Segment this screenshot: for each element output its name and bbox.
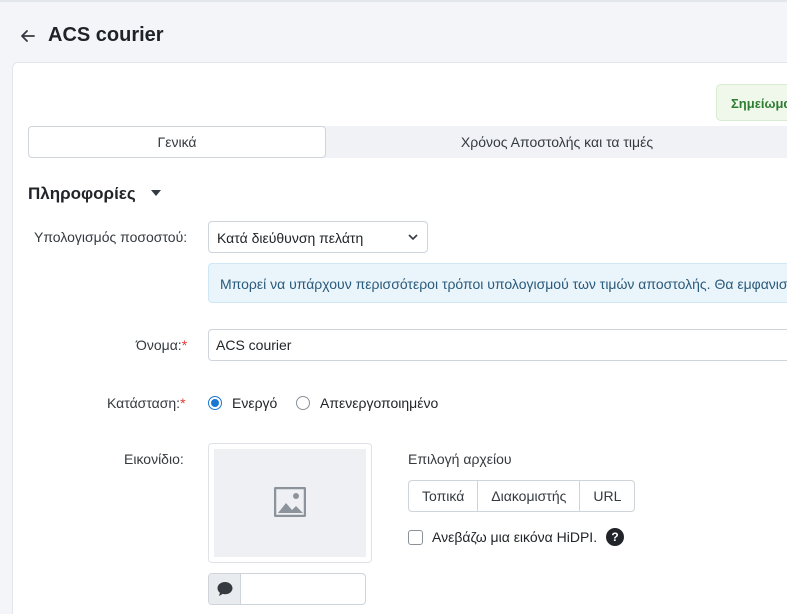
alt-text-addon	[209, 574, 241, 604]
help-icon[interactable]: ?	[606, 528, 624, 546]
status-radio-disabled[interactable]	[296, 396, 310, 410]
page-title: ACS courier	[48, 24, 164, 46]
icon-preview	[208, 443, 372, 563]
source-local-button[interactable]: Τοπικά	[409, 481, 479, 511]
tab-delivery-time-rates[interactable]: Χρόνος Αποστολής και τα τιμές	[326, 126, 787, 158]
tab-bar: Γενικά Χρόνος Αποστολής και τα τιμές	[28, 126, 787, 158]
caret-down-icon[interactable]	[151, 190, 161, 196]
rate-calc-select[interactable]: Κατά διεύθυνση πελάτη	[208, 221, 428, 253]
source-url-button[interactable]: URL	[580, 481, 634, 511]
alt-text-input[interactable]	[242, 574, 364, 604]
rate-calc-label: Υπολογισμός ποσοστού:	[34, 229, 188, 245]
back-arrow-icon[interactable]	[18, 26, 38, 46]
status-option-disabled[interactable]: Απενεργοποιημένο	[320, 395, 438, 411]
source-server-button[interactable]: Διακομιστής	[478, 481, 581, 511]
hidpi-checkbox[interactable]	[408, 530, 423, 545]
chevron-down-icon	[408, 234, 418, 241]
comment-icon	[217, 582, 233, 596]
alt-text-field	[208, 573, 366, 605]
status-radio-active[interactable]	[208, 396, 222, 410]
image-placeholder	[214, 449, 366, 557]
tab-general[interactable]: Γενικά	[28, 126, 326, 158]
name-input[interactable]	[208, 329, 787, 361]
rate-calc-value: Κατά διεύθυνση πελάτη	[217, 230, 364, 246]
section-title-information[interactable]: Πληροφορίες	[28, 184, 136, 204]
rate-calc-info: Μπορεί να υπάρχουν περισσότεροι τρόποι υ…	[208, 263, 787, 303]
name-label: Όνομα:*	[136, 337, 187, 353]
required-mark: *	[180, 395, 186, 411]
image-icon	[274, 487, 306, 517]
status-option-active[interactable]: Ενεργό	[232, 395, 277, 411]
hidpi-label[interactable]: Ανεβάζω μια εικόνα HiDPI.	[432, 529, 597, 545]
page-header: ACS courier	[0, 0, 787, 62]
name-label-text: Όνομα:	[136, 337, 182, 353]
file-select-label: Επιλογή αρχείου	[408, 451, 512, 467]
required-mark: *	[181, 337, 188, 353]
status-label-text: Κατάσταση:	[107, 395, 181, 411]
file-source-group: Τοπικά Διακομιστής URL	[408, 480, 636, 512]
notes-button[interactable]: Σημείωμα	[716, 84, 787, 121]
icon-label: Εικονίδιο:	[124, 451, 184, 467]
status-label: Κατάσταση:*	[107, 395, 186, 411]
